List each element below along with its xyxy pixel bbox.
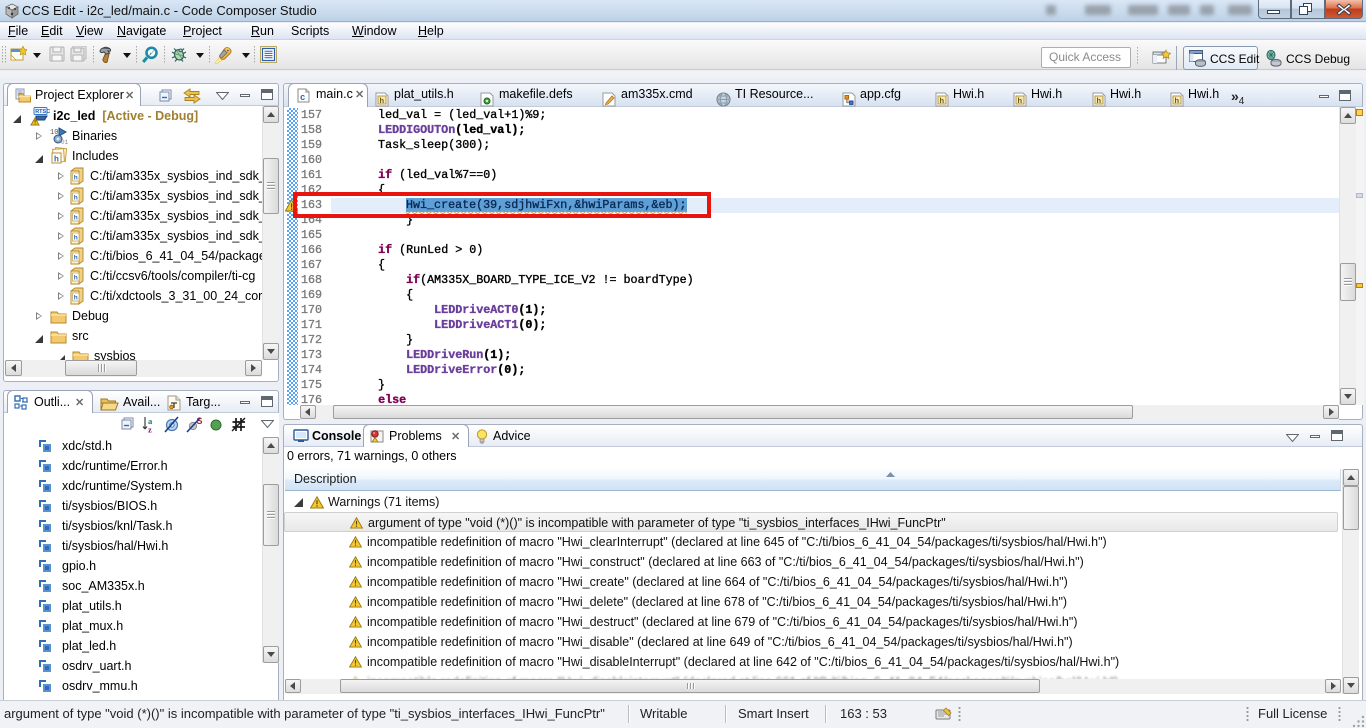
- svg-text:h: h: [1175, 96, 1180, 105]
- svg-text:h: h: [74, 295, 78, 302]
- svg-text:h: h: [74, 235, 78, 242]
- svg-text:h: h: [380, 96, 385, 105]
- svg-text:h: h: [74, 255, 78, 262]
- svg-text:h: h: [1097, 96, 1102, 105]
- svg-text:h: h: [74, 275, 78, 282]
- svg-text:h: h: [1018, 96, 1023, 105]
- svg-text:h: h: [74, 175, 78, 182]
- svg-text:h: h: [74, 195, 78, 202]
- svg-text:h: h: [74, 215, 78, 222]
- svg-text:c: c: [300, 93, 305, 103]
- svg-text:z: z: [148, 425, 152, 434]
- svg-text:h: h: [940, 96, 945, 105]
